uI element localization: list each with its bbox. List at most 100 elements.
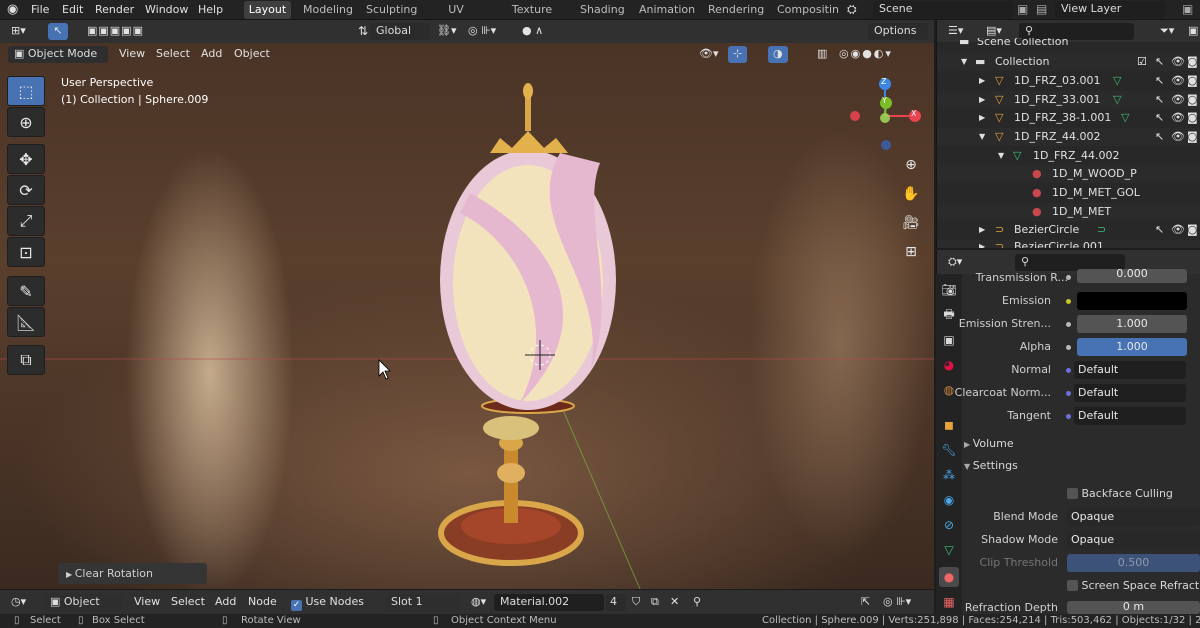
navigation-gizmo[interactable]: Z Y X — [840, 73, 930, 153]
tab-modeling[interactable]: Modeling — [298, 1, 358, 19]
xray-toggle-icon[interactable]: ▥ — [812, 46, 832, 63]
scene-selector[interactable]: Scene — [873, 1, 1013, 18]
tool-select-box[interactable]: ⬚ — [7, 76, 45, 106]
alpha-field[interactable]: 1.000 — [1077, 338, 1187, 356]
particles-tab-icon[interactable]: ⁂ — [939, 465, 959, 485]
menu-edit[interactable]: Edit — [62, 0, 83, 20]
outliner-row-bezier-circle-001[interactable]: ▶ ⊃ BezierCircle.001 — [937, 240, 1200, 248]
unlink-icon[interactable]: ✕ — [665, 594, 684, 611]
camera-icon[interactable]: ◙ — [1187, 109, 1198, 127]
duplicate-icon[interactable]: ⧉ — [646, 594, 664, 611]
tab-sculpting[interactable]: Sculpting — [362, 1, 418, 19]
view-layer-selector[interactable]: View Layer — [1055, 1, 1165, 18]
menu-render[interactable]: Render — [95, 0, 134, 20]
tab-texture-paint[interactable]: Texture Paint — [495, 1, 569, 33]
tab-uv-editing[interactable]: UV Editing — [424, 1, 488, 33]
viewport-menu-select[interactable]: Select — [151, 46, 195, 63]
viewport-menu-add[interactable]: Add — [196, 46, 227, 63]
tool-move[interactable]: ✥ — [7, 144, 45, 174]
shader-type-select[interactable]: ▣ Object — [44, 594, 122, 611]
eye-icon[interactable]: 👁︎ — [1171, 221, 1185, 239]
operator-panel[interactable]: ▶ Clear Rotation — [58, 563, 207, 584]
screen-space-refraction-checkbox[interactable]: Screen Space Refracti... — [1067, 579, 1200, 593]
outliner-row-met-material[interactable]: ● 1D_M_MET — [937, 203, 1200, 221]
select-arrow-icon[interactable]: ↖ — [1155, 72, 1164, 90]
tab-rendering[interactable]: Rendering — [704, 1, 766, 19]
outliner-row-1d-frz-44-mesh[interactable]: ▼ ▽ 1D_FRZ_44.002 — [937, 147, 1200, 165]
eye-icon[interactable]: 👁︎ — [1171, 72, 1185, 90]
menu-window[interactable]: Window — [145, 0, 188, 20]
pivot-point-icon[interactable]: ⛓▾ — [432, 23, 462, 40]
eye-icon[interactable]: 👁︎ — [1171, 128, 1185, 146]
shader-menu-node[interactable]: Node — [243, 594, 282, 611]
shadow-mode-select[interactable]: Opaque — [1067, 531, 1200, 549]
options-dropdown[interactable]: Options — [868, 23, 928, 40]
tab-layout[interactable]: Layout — [244, 1, 291, 19]
clip-threshold-field[interactable]: 0.500 — [1067, 554, 1200, 572]
shader-menu-select[interactable]: Select — [166, 594, 210, 611]
clearcoat-normal-field[interactable]: Default — [1074, 384, 1186, 402]
camera-icon[interactable]: ◙ — [1187, 128, 1198, 146]
tool-transform[interactable]: ⊡ — [7, 237, 45, 267]
outliner-row-met-gol-material[interactable]: ● 1D_M_MET_GOL — [937, 184, 1200, 202]
hand-pan-icon[interactable]: ✋ — [901, 184, 921, 204]
material-tab-icon[interactable]: ● — [939, 567, 959, 587]
eye-icon[interactable]: 👁︎ — [1171, 53, 1185, 71]
tab-shading[interactable]: Shading — [576, 1, 628, 19]
outliner-row-scene-collection[interactable]: ▬ Scene Collection — [937, 38, 1200, 50]
blender-logo-icon[interactable]: ◉ — [7, 0, 18, 20]
slot-select[interactable]: Slot 1 — [385, 594, 459, 611]
tool-rotate[interactable]: ⟳ — [7, 175, 45, 205]
blend-mode-select[interactable]: Opaque — [1067, 508, 1200, 526]
tool-add-cube[interactable]: ⧉ — [7, 345, 45, 375]
physics-tab-icon[interactable]: ◉ — [939, 490, 959, 510]
shader-menu-add[interactable]: Add — [210, 594, 241, 611]
refraction-depth-field[interactable]: 0 m — [1067, 601, 1200, 614]
tab-compositing[interactable]: Compositing — [773, 1, 839, 19]
emission-strength-field[interactable]: 1.000 — [1077, 315, 1187, 333]
scene-copy-icon[interactable]: ▣ — [1017, 0, 1028, 20]
overlays-toggle-icon[interactable]: ◑ — [768, 46, 788, 63]
proportional-editing-icon[interactable]: ● ∧ — [517, 23, 548, 40]
gizmo-toggle-icon[interactable]: ⊹ — [728, 46, 748, 63]
emission-color-field[interactable] — [1077, 292, 1187, 310]
shader-editor-type-icon[interactable]: ◷▾ — [6, 594, 31, 611]
eye-icon[interactable]: 👁︎ — [1171, 109, 1185, 127]
tool-cursor[interactable]: ⊕ — [7, 107, 45, 137]
transform-orientation-select[interactable]: Global — [370, 23, 430, 40]
outliner-row-1d-frz-44[interactable]: ▼ ▽ 1D_FRZ_44.002 ↖ 👁︎ ◙ — [937, 128, 1200, 146]
snap-node-icon[interactable]: ◎ ⊪▾ — [878, 594, 916, 611]
select-tool-icon[interactable]: ↖ — [48, 23, 68, 40]
tab-animation[interactable]: Animation — [635, 1, 697, 19]
transmission-field[interactable]: 0.000 — [1077, 269, 1187, 283]
tangent-field[interactable]: Default — [1074, 407, 1186, 425]
menu-help[interactable]: Help — [198, 0, 223, 20]
settings-panel-header[interactable]: ▼ Settings — [964, 456, 1200, 476]
camera-icon[interactable]: ◙ — [1187, 91, 1198, 109]
shader-menu-view[interactable]: View — [129, 594, 165, 611]
normal-field[interactable]: Default — [1074, 361, 1186, 379]
material-browse-icon[interactable]: ◍▾ — [466, 594, 491, 611]
zoom-icon[interactable]: ⊕ — [901, 155, 921, 175]
tool-scale[interactable]: ⤢ — [7, 206, 45, 236]
select-arrow-icon[interactable]: ↖ — [1155, 128, 1164, 146]
outliner-row-bezier-circle[interactable]: ▶ ⊃ BezierCircle ⊃ ↖ 👁︎ ◙ — [937, 221, 1200, 239]
material-name-field[interactable]: Material.002 — [494, 594, 604, 611]
backface-culling-checkbox[interactable]: Backface Culling — [1067, 487, 1200, 501]
view-layer-copy-icon[interactable]: ▣ — [1182, 0, 1193, 20]
checkbox-icon[interactable]: ☑ — [1137, 53, 1147, 71]
volume-panel-header[interactable]: ▶ Volume — [964, 434, 1200, 454]
visibility-icon[interactable]: 👁︎▾ — [694, 46, 724, 63]
pin-icon[interactable]: ⚲ — [688, 594, 706, 611]
3d-viewport[interactable]: User Perspective (1) Collection | Sphere… — [0, 43, 934, 589]
outliner-row-1d-frz-38[interactable]: ▶ ▽ 1D_FRZ_38-1.001 ▽ ↖ 👁︎ ◙ — [937, 109, 1200, 127]
select-arrow-icon[interactable]: ↖ — [1155, 221, 1164, 239]
outliner-row-wood-material[interactable]: ● 1D_M_WOOD_P — [937, 165, 1200, 183]
outliner-row-1d-frz-33[interactable]: ▶ ▽ 1D_FRZ_33.001 ▽ ↖ 👁︎ ◙ — [937, 91, 1200, 109]
modifier-tab-icon[interactable]: 🔧︎ — [939, 440, 959, 460]
camera-icon[interactable]: ◙ — [1187, 221, 1198, 239]
properties-editor-type-icon[interactable]: ⛭▾ — [943, 254, 967, 271]
camera-icon[interactable]: ◙ — [1187, 72, 1198, 90]
viewport-menu-view[interactable]: View — [114, 46, 150, 63]
scene-icon[interactable]: ⛭ — [847, 0, 857, 20]
